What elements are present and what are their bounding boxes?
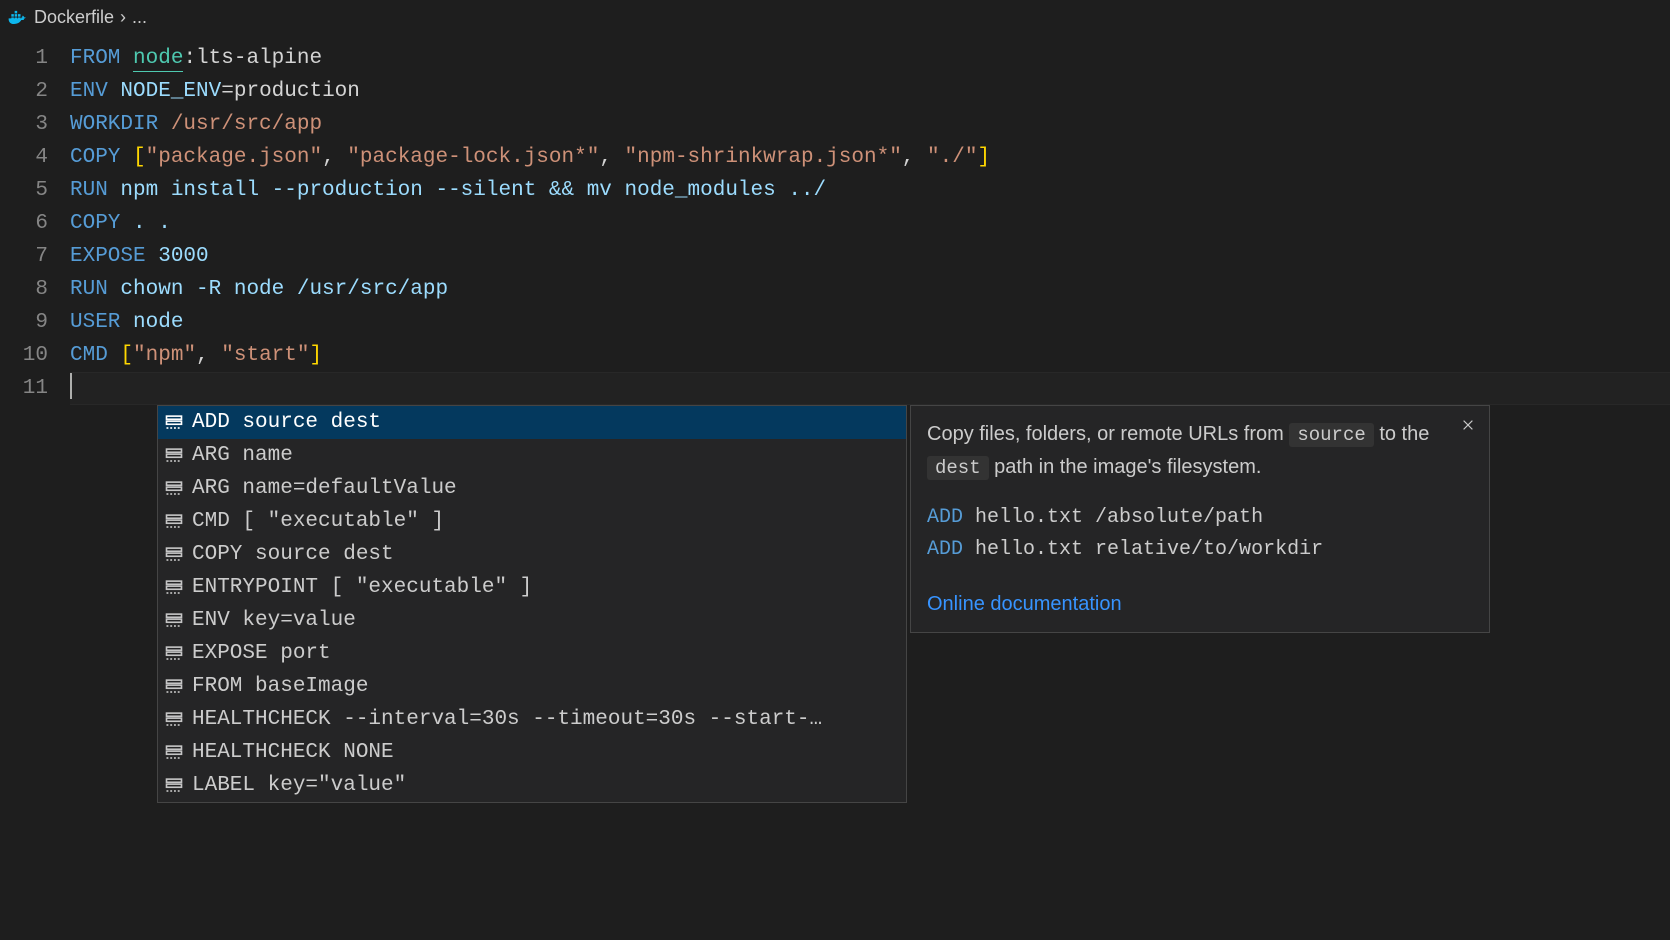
- suggestion-item[interactable]: CMD [ "executable" ]: [158, 505, 906, 538]
- suggestion-item[interactable]: HEALTHCHECK --interval=30s --timeout=30s…: [158, 703, 906, 736]
- breadcrumb-separator: ›: [120, 7, 126, 28]
- suggestion-item[interactable]: LABEL key="value": [158, 769, 906, 802]
- snippet-icon: [164, 776, 184, 796]
- suggestion-item[interactable]: ENV key=value: [158, 604, 906, 637]
- text-cursor: [70, 373, 72, 399]
- code-line[interactable]: USER node: [70, 306, 1670, 339]
- code-line[interactable]: CMD ["npm", "start"]: [70, 339, 1670, 372]
- line-number: 10: [0, 339, 48, 372]
- code-line[interactable]: ENV NODE_ENV=production: [70, 75, 1670, 108]
- detail-example: ADD hello.txt /absolute/path ADD hello.t…: [927, 502, 1473, 566]
- snippet-icon: [164, 743, 184, 763]
- code-line[interactable]: RUN npm install --production --silent &&…: [70, 174, 1670, 207]
- line-number: 4: [0, 141, 48, 174]
- line-number: 7: [0, 240, 48, 273]
- breadcrumb[interactable]: Dockerfile › ...: [0, 0, 1670, 34]
- intellisense-detail: Copy files, folders, or remote URLs from…: [910, 405, 1490, 633]
- line-number: 8: [0, 273, 48, 306]
- snippet-icon: [164, 479, 184, 499]
- line-number: 5: [0, 174, 48, 207]
- code-line[interactable]: [70, 372, 1670, 405]
- line-number: 9: [0, 306, 48, 339]
- code-line[interactable]: WORKDIR /usr/src/app: [70, 108, 1670, 141]
- snippet-icon: [164, 512, 184, 532]
- suggestion-item[interactable]: ADD source dest: [158, 406, 906, 439]
- snippet-icon: [164, 413, 184, 433]
- suggestion-item[interactable]: HEALTHCHECK NONE: [158, 736, 906, 769]
- code-line[interactable]: EXPOSE 3000: [70, 240, 1670, 273]
- line-number: 3: [0, 108, 48, 141]
- snippet-icon: [164, 611, 184, 631]
- snippet-icon: [164, 677, 184, 697]
- detail-description: Copy files, folders, or remote URLs from…: [927, 418, 1473, 484]
- suggestion-item[interactable]: ENTRYPOINT [ "executable" ]: [158, 571, 906, 604]
- code-line[interactable]: COPY . .: [70, 207, 1670, 240]
- code-line[interactable]: RUN chown -R node /usr/src/app: [70, 273, 1670, 306]
- snippet-icon: [164, 710, 184, 730]
- snippet-icon: [164, 578, 184, 598]
- line-number-gutter: 1 2 3 4 5 6 7 8 9 10 11: [0, 34, 70, 940]
- suggestion-item[interactable]: FROM baseImage: [158, 670, 906, 703]
- intellisense-suggestions[interactable]: ADD source dest ARG name ARG name=defaul…: [157, 405, 907, 803]
- code-line[interactable]: COPY ["package.json", "package-lock.json…: [70, 141, 1670, 174]
- line-number: 6: [0, 207, 48, 240]
- snippet-icon: [164, 644, 184, 664]
- close-icon[interactable]: [1457, 414, 1479, 436]
- code-area[interactable]: FROM node:lts-alpine ENV NODE_ENV=produc…: [70, 34, 1670, 940]
- online-documentation-link[interactable]: Online documentation: [927, 588, 1473, 620]
- breadcrumb-file[interactable]: Dockerfile: [34, 7, 114, 28]
- line-number: 1: [0, 42, 48, 75]
- suggestion-item[interactable]: COPY source dest: [158, 538, 906, 571]
- suggestion-item[interactable]: ARG name: [158, 439, 906, 472]
- snippet-icon: [164, 446, 184, 466]
- line-number: 11: [0, 372, 48, 405]
- suggestion-item[interactable]: EXPOSE port: [158, 637, 906, 670]
- code-line[interactable]: FROM node:lts-alpine: [70, 42, 1670, 75]
- docker-icon: [8, 9, 28, 25]
- line-number: 2: [0, 75, 48, 108]
- snippet-icon: [164, 545, 184, 565]
- suggestion-item[interactable]: ARG name=defaultValue: [158, 472, 906, 505]
- editor[interactable]: 1 2 3 4 5 6 7 8 9 10 11 FROM node:lts-al…: [0, 34, 1670, 940]
- breadcrumb-detail[interactable]: ...: [132, 7, 147, 28]
